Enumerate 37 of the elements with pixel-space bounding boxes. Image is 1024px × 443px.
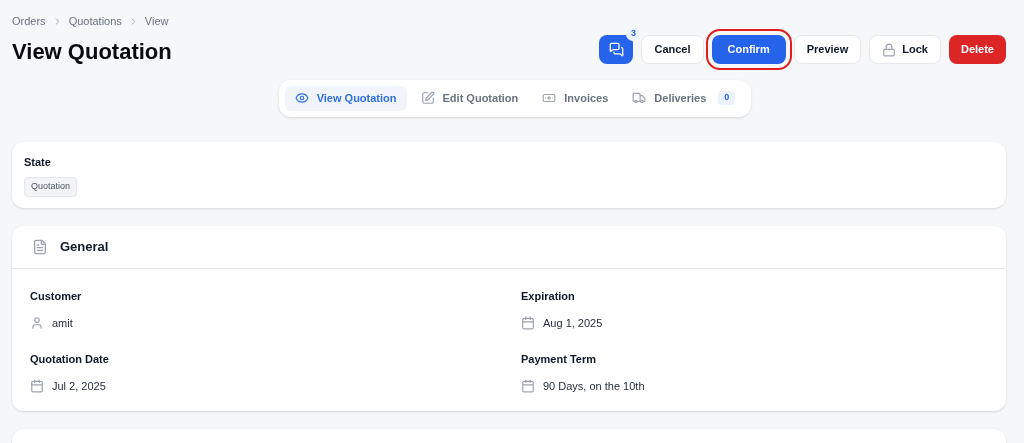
tab[interactable]: View Quotation <box>284 85 407 111</box>
document-icon <box>32 238 48 255</box>
calendar-icon <box>521 379 535 394</box>
field-value: 90 Days, on the 10th <box>543 379 645 394</box>
truck-icon <box>632 91 647 105</box>
breadcrumb-link[interactable]: Quotations <box>68 13 122 30</box>
user-icon <box>30 316 44 331</box>
action-button[interactable]: Preview <box>793 35 862 64</box>
calendar-icon <box>521 316 535 331</box>
tab[interactable]: Edit Quotation <box>410 85 529 111</box>
field-value: Aug 1, 2025 <box>543 316 603 331</box>
field-value: amit <box>52 316 73 331</box>
notification-badge: 3 <box>626 27 641 41</box>
page-title: View Quotation <box>12 37 172 66</box>
banknote-icon <box>542 91 557 105</box>
breadcrumb-link[interactable]: Orders <box>12 13 46 30</box>
field-label: Customer <box>30 288 83 304</box>
section-title: General <box>60 237 109 256</box>
field-label: Quotation Date <box>30 351 110 367</box>
pencil-icon <box>420 91 435 105</box>
delete-button[interactable]: Delete <box>948 35 1006 64</box>
field-label: State <box>24 154 52 170</box>
calendar-icon <box>30 379 44 394</box>
state-tag: Quotation <box>24 177 78 197</box>
chat-button[interactable] <box>599 35 634 64</box>
tab[interactable]: Deliveries 0 <box>622 85 746 111</box>
field-label: Payment Term <box>521 351 597 367</box>
action-button[interactable]: Cancel <box>641 35 704 64</box>
field-value: Jul 2, 2025 <box>52 379 106 394</box>
tab[interactable]: Invoices <box>532 85 619 111</box>
breadcrumb-link[interactable]: View <box>144 13 169 30</box>
lock-button[interactable]: Lock <box>869 35 941 64</box>
count-badge: 0 <box>718 91 736 105</box>
lock-icon <box>882 42 897 57</box>
field-label: Expiration <box>521 288 576 304</box>
chat-icon <box>608 42 624 57</box>
eye-icon <box>294 91 309 105</box>
